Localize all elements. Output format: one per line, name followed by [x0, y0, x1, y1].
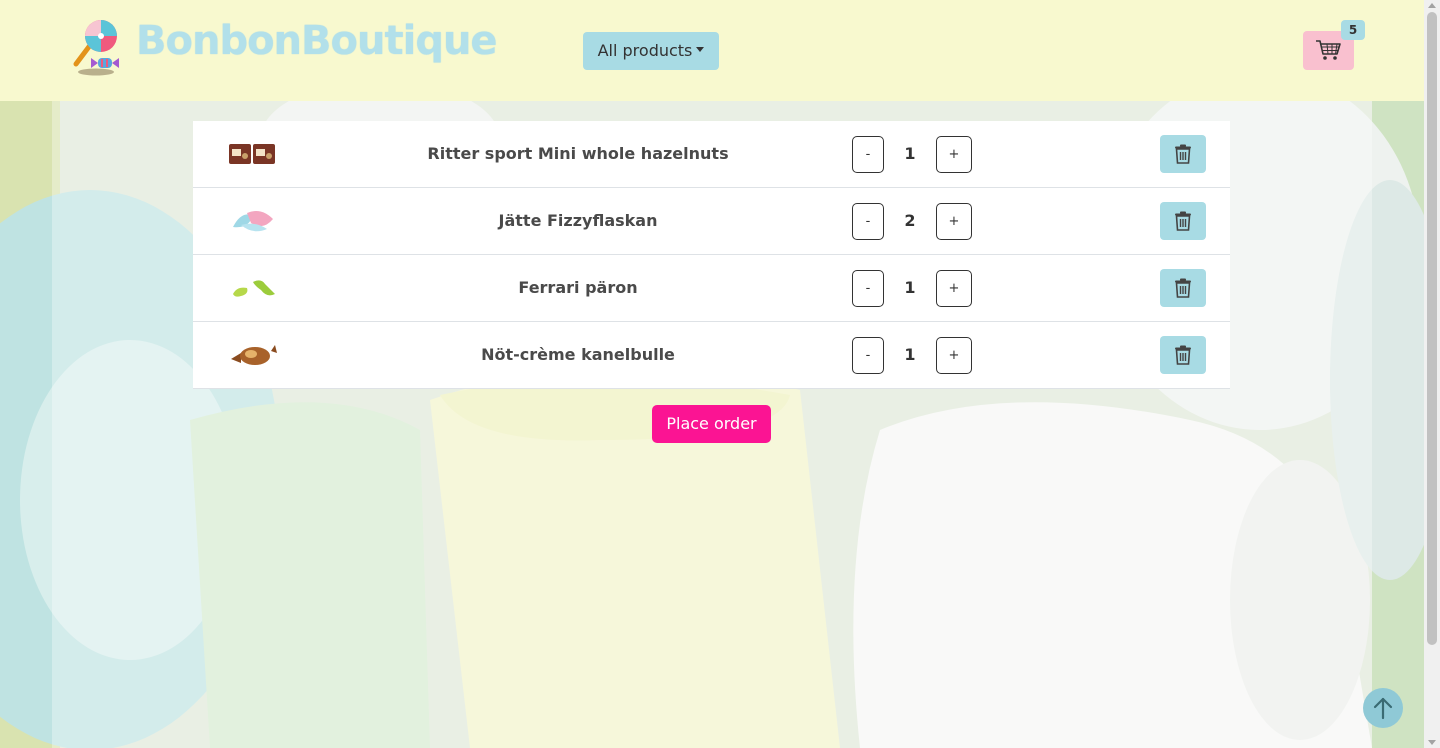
decrease-quantity-button[interactable]: -	[852, 136, 884, 173]
scroll-to-top-button[interactable]	[1363, 688, 1403, 728]
cart-item-row: Ferrari päron - 1 +	[193, 255, 1230, 322]
arrow-up-icon	[1373, 697, 1393, 720]
remove-item-button[interactable]	[1160, 336, 1206, 374]
cart-items-table: Ritter sport Mini whole hazelnuts - 1 + …	[193, 121, 1230, 389]
trash-icon	[1175, 345, 1191, 365]
shopping-cart-icon	[1316, 40, 1341, 60]
remove-item-button[interactable]	[1160, 269, 1206, 307]
cart-count-badge: 5	[1341, 20, 1365, 40]
scroll-up-arrow-icon[interactable]	[1428, 3, 1436, 8]
increase-quantity-button[interactable]: +	[936, 270, 972, 307]
remove-item-button[interactable]	[1160, 202, 1206, 240]
product-name: Nöt-crème kanelbulle	[481, 345, 675, 364]
caret-down-icon	[696, 47, 705, 52]
lollipop-candy-icon[interactable]	[68, 18, 126, 80]
decrease-quantity-button[interactable]: -	[852, 203, 884, 240]
quantity-value: 2	[904, 211, 916, 230]
increase-quantity-button[interactable]: +	[936, 136, 972, 173]
product-name: Ritter sport Mini whole hazelnuts	[427, 144, 729, 163]
decrease-quantity-button[interactable]: -	[852, 337, 884, 374]
cart-item-row: Ritter sport Mini whole hazelnuts - 1 +	[193, 121, 1230, 188]
trash-icon	[1175, 278, 1191, 298]
cart-item-row: Jätte Fizzyflaskan - 2 +	[193, 188, 1230, 255]
vertical-scrollbar[interactable]	[1424, 0, 1440, 748]
dropdown-label: All products	[597, 41, 693, 60]
product-name: Jätte Fizzyflaskan	[498, 211, 658, 230]
increase-quantity-button[interactable]: +	[936, 337, 972, 374]
product-thumbnail	[227, 138, 279, 170]
quantity-value: 1	[904, 144, 916, 163]
product-thumbnail	[227, 205, 279, 237]
product-name: Ferrari päron	[518, 278, 638, 297]
place-order-button[interactable]: Place order	[652, 405, 771, 443]
trash-icon	[1175, 144, 1191, 164]
remove-item-button[interactable]	[1160, 135, 1206, 173]
all-products-dropdown[interactable]: All products	[583, 32, 719, 70]
trash-icon	[1175, 211, 1191, 231]
product-thumbnail	[227, 339, 279, 371]
scrollbar-thumb[interactable]	[1427, 12, 1437, 645]
brand-name[interactable]: BonbonBoutique	[136, 18, 498, 64]
decrease-quantity-button[interactable]: -	[852, 270, 884, 307]
quantity-value: 1	[904, 345, 916, 364]
site-header: BonbonBoutique All products 5	[0, 0, 1424, 101]
quantity-value: 1	[904, 278, 916, 297]
scroll-down-arrow-icon[interactable]	[1428, 740, 1436, 745]
cart-item-row: Nöt-crème kanelbulle - 1 +	[193, 322, 1230, 389]
increase-quantity-button[interactable]: +	[936, 203, 972, 240]
product-thumbnail	[227, 272, 279, 304]
